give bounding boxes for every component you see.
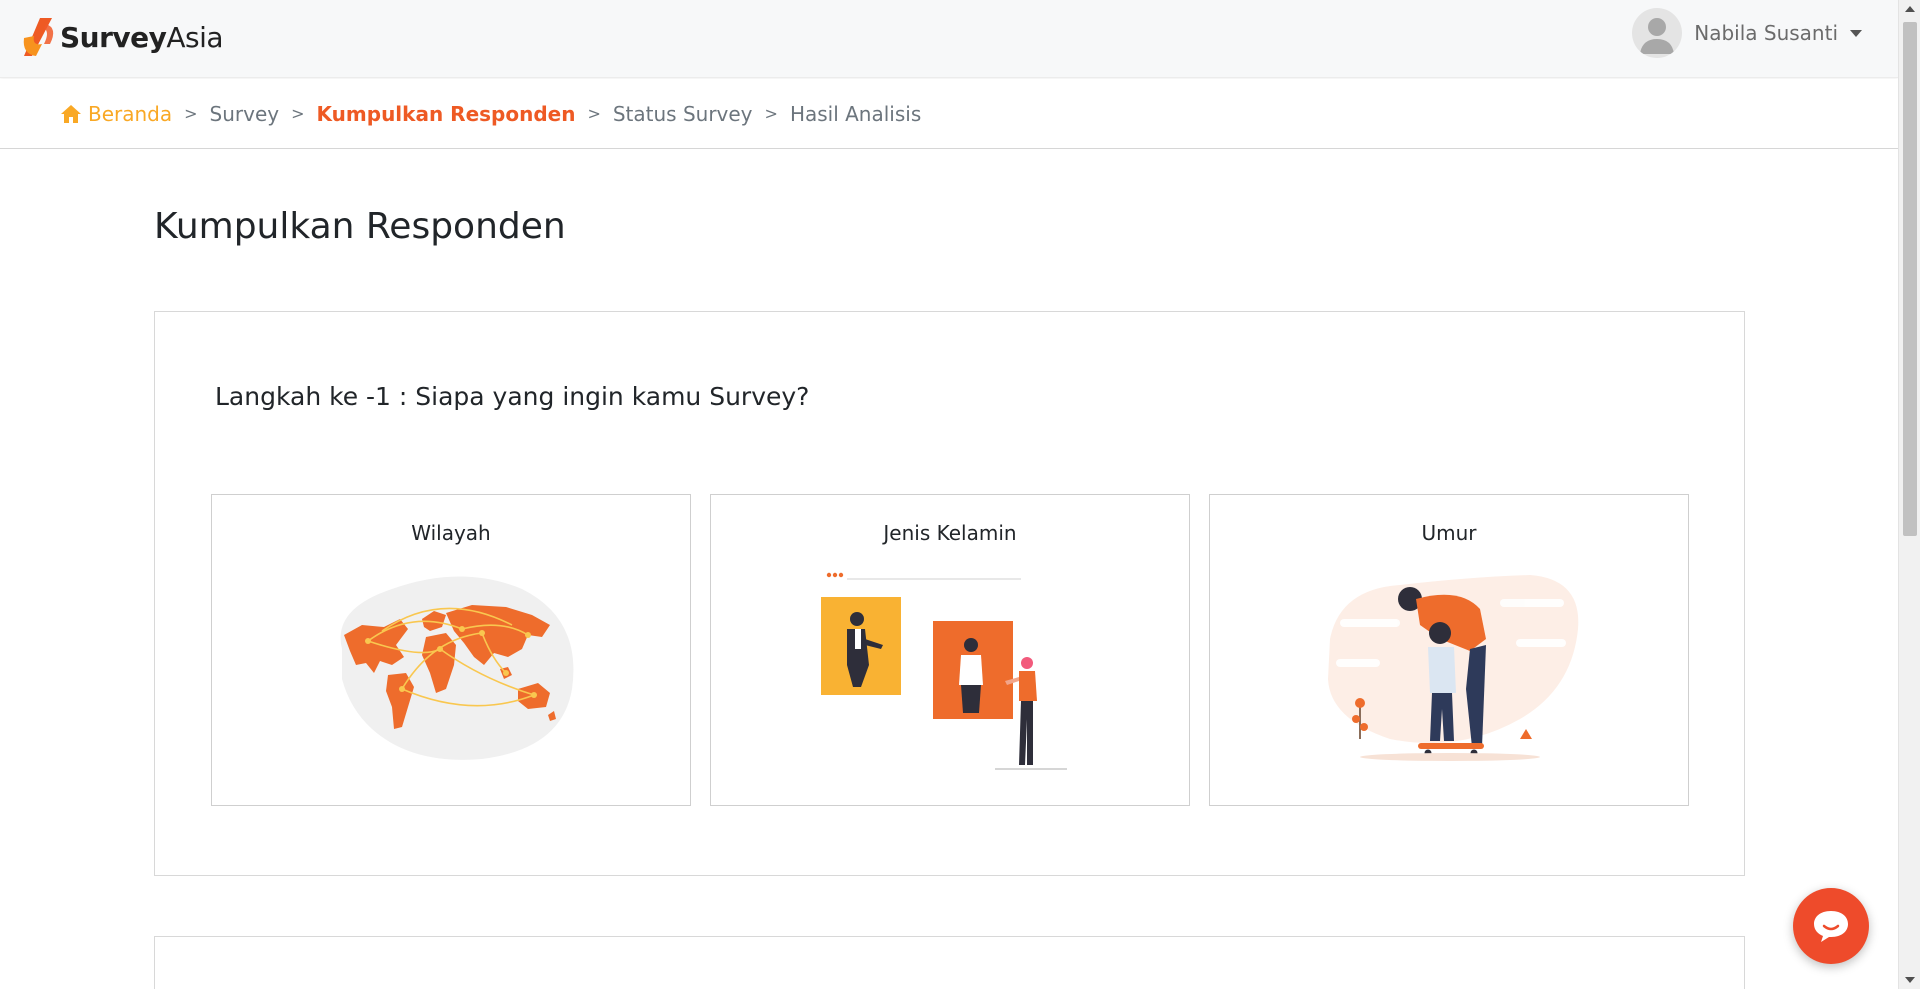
option-wilayah[interactable]: Wilayah (211, 494, 691, 806)
breadcrumb-item-kumpulkan-responden[interactable]: Kumpulkan Responden (317, 102, 576, 126)
breadcrumb-separator: > (764, 104, 778, 123)
option-umur[interactable]: Umur (1209, 494, 1689, 806)
breadcrumb-separator: > (587, 104, 601, 123)
chat-button[interactable] (1793, 888, 1869, 964)
option-label: Jenis Kelamin (883, 521, 1017, 545)
scroll-thumb[interactable] (1903, 22, 1917, 536)
top-navbar: SurveyAsia Nabila Susanti (0, 0, 1898, 78)
breadcrumb: Beranda > Survey > Kumpulkan Responden >… (0, 79, 1898, 149)
step-title: Langkah ke -1 : Siapa yang ingin kamu Su… (215, 382, 810, 411)
option-jenis-kelamin[interactable]: Jenis Kelamin (710, 494, 1190, 806)
scroll-up-icon[interactable] (1905, 6, 1915, 12)
step-card: Langkah ke -1 : Siapa yang ingin kamu Su… (154, 311, 1745, 876)
avatar[interactable] (1632, 8, 1683, 58)
breadcrumb-item-hasil-analisis[interactable]: Hasil Analisis (790, 102, 921, 126)
logo-text: SurveyAsia (60, 20, 224, 54)
option-label: Wilayah (411, 521, 491, 545)
page-title: Kumpulkan Responden (154, 206, 566, 247)
surveyasia-logo[interactable]: SurveyAsia (18, 14, 224, 60)
logo-mark-icon (23, 18, 54, 56)
chat-bubble-icon (1814, 911, 1848, 942)
next-step-card (154, 936, 1745, 989)
option-label: Umur (1421, 521, 1477, 545)
breadcrumb-item-beranda[interactable]: Beranda (60, 102, 172, 126)
chevron-down-icon[interactable] (1850, 29, 1862, 37)
user-avatar-icon (1640, 18, 1675, 54)
vertical-scrollbar[interactable] (1898, 0, 1920, 989)
breadcrumb-separator: > (184, 104, 198, 123)
gender-illustration (821, 572, 1067, 770)
user-menu[interactable]: Nabila Susanti (1632, 8, 1862, 58)
world-map-illustration (340, 576, 574, 760)
age-illustration (1328, 575, 1579, 761)
user-name[interactable]: Nabila Susanti (1694, 21, 1838, 45)
home-icon (61, 104, 81, 123)
breadcrumb-separator: > (291, 104, 305, 123)
breadcrumb-item-survey[interactable]: Survey (210, 102, 280, 126)
scroll-down-icon[interactable] (1905, 977, 1915, 983)
breadcrumb-item-status-survey[interactable]: Status Survey (613, 102, 753, 126)
